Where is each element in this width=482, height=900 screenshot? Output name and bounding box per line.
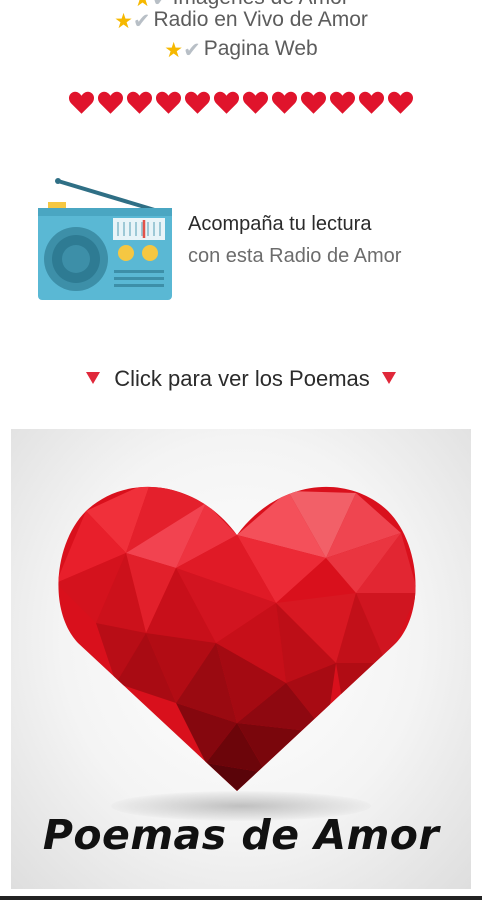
hearts-divider [0,90,482,120]
radio-promo-subtitle: con esta Radio de Amor [188,245,402,267]
feature-item-web: ★✔ Pagina Web [0,37,482,63]
star-icon: ★ [114,10,133,33]
heart-icon [58,486,416,791]
triangle-down-icon [86,372,101,384]
click-prompt[interactable]: Click para ver los Poemas [0,366,482,392]
click-prompt-label: Click para ver los Poemas [114,366,370,391]
star-icon: ★ [164,39,184,62]
heart-icon [387,91,414,114]
heart-icon [155,91,182,114]
feature-label: Radio en Vivo de Amor [153,8,368,31]
check-icon: ✔ [183,39,201,62]
feature-label: Pagina Web [203,37,318,60]
heart-icon [213,91,240,114]
heart-icon [97,91,124,114]
heart-icon [300,91,327,114]
triangle-down-icon [381,372,396,384]
heart-icon [184,91,211,114]
heart-icon [126,91,153,114]
poems-banner[interactable]: Poemas de Amor [11,429,471,889]
bottom-edge [0,896,482,900]
app-screen: ★✔Imágenes de Amor ★✔Radio en Vivo de Am… [0,0,482,900]
heart-icon [271,91,298,114]
heart-icon [68,91,95,114]
heart-icon [358,91,385,114]
heart-icon [329,91,356,114]
check-icon: ✔ [132,10,151,33]
feature-item-radio: ★✔ Radio en Vivo de Amor [0,8,482,34]
radio-promo[interactable]: Acompaña tu lectura con esta Radio de Am… [36,178,456,303]
heart-icon [242,91,269,114]
radio-promo-title: Acompaña tu lectura [188,213,372,235]
radio-icon[interactable] [36,178,174,303]
poems-banner-title: Poemas de Amor [42,811,440,859]
